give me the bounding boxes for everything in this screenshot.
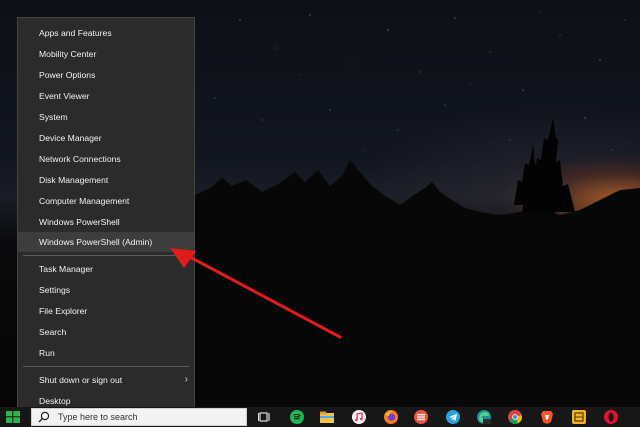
taskbar: Type here to search	[0, 407, 640, 427]
edge-dev-icon[interactable]	[477, 410, 491, 424]
search-icon	[38, 411, 50, 423]
file-explorer-icon[interactable]	[320, 410, 334, 424]
spotify-icon[interactable]	[290, 410, 304, 424]
telegram-icon[interactable]	[446, 410, 460, 424]
windows-start-icon[interactable]	[6, 411, 20, 423]
brave-icon[interactable]	[540, 410, 554, 424]
firefox-icon[interactable]	[384, 410, 398, 424]
taskbar-search-box[interactable]: Type here to search	[31, 408, 247, 426]
red-arrow-annotation	[170, 248, 342, 339]
search-placeholder: Type here to search	[58, 412, 138, 422]
opera-icon[interactable]	[604, 410, 618, 424]
itunes-icon[interactable]	[352, 410, 366, 424]
app-icon[interactable]	[414, 410, 428, 424]
task-view-icon[interactable]	[258, 410, 272, 424]
app-icon[interactable]	[572, 410, 586, 424]
chrome-icon[interactable]	[508, 410, 522, 424]
